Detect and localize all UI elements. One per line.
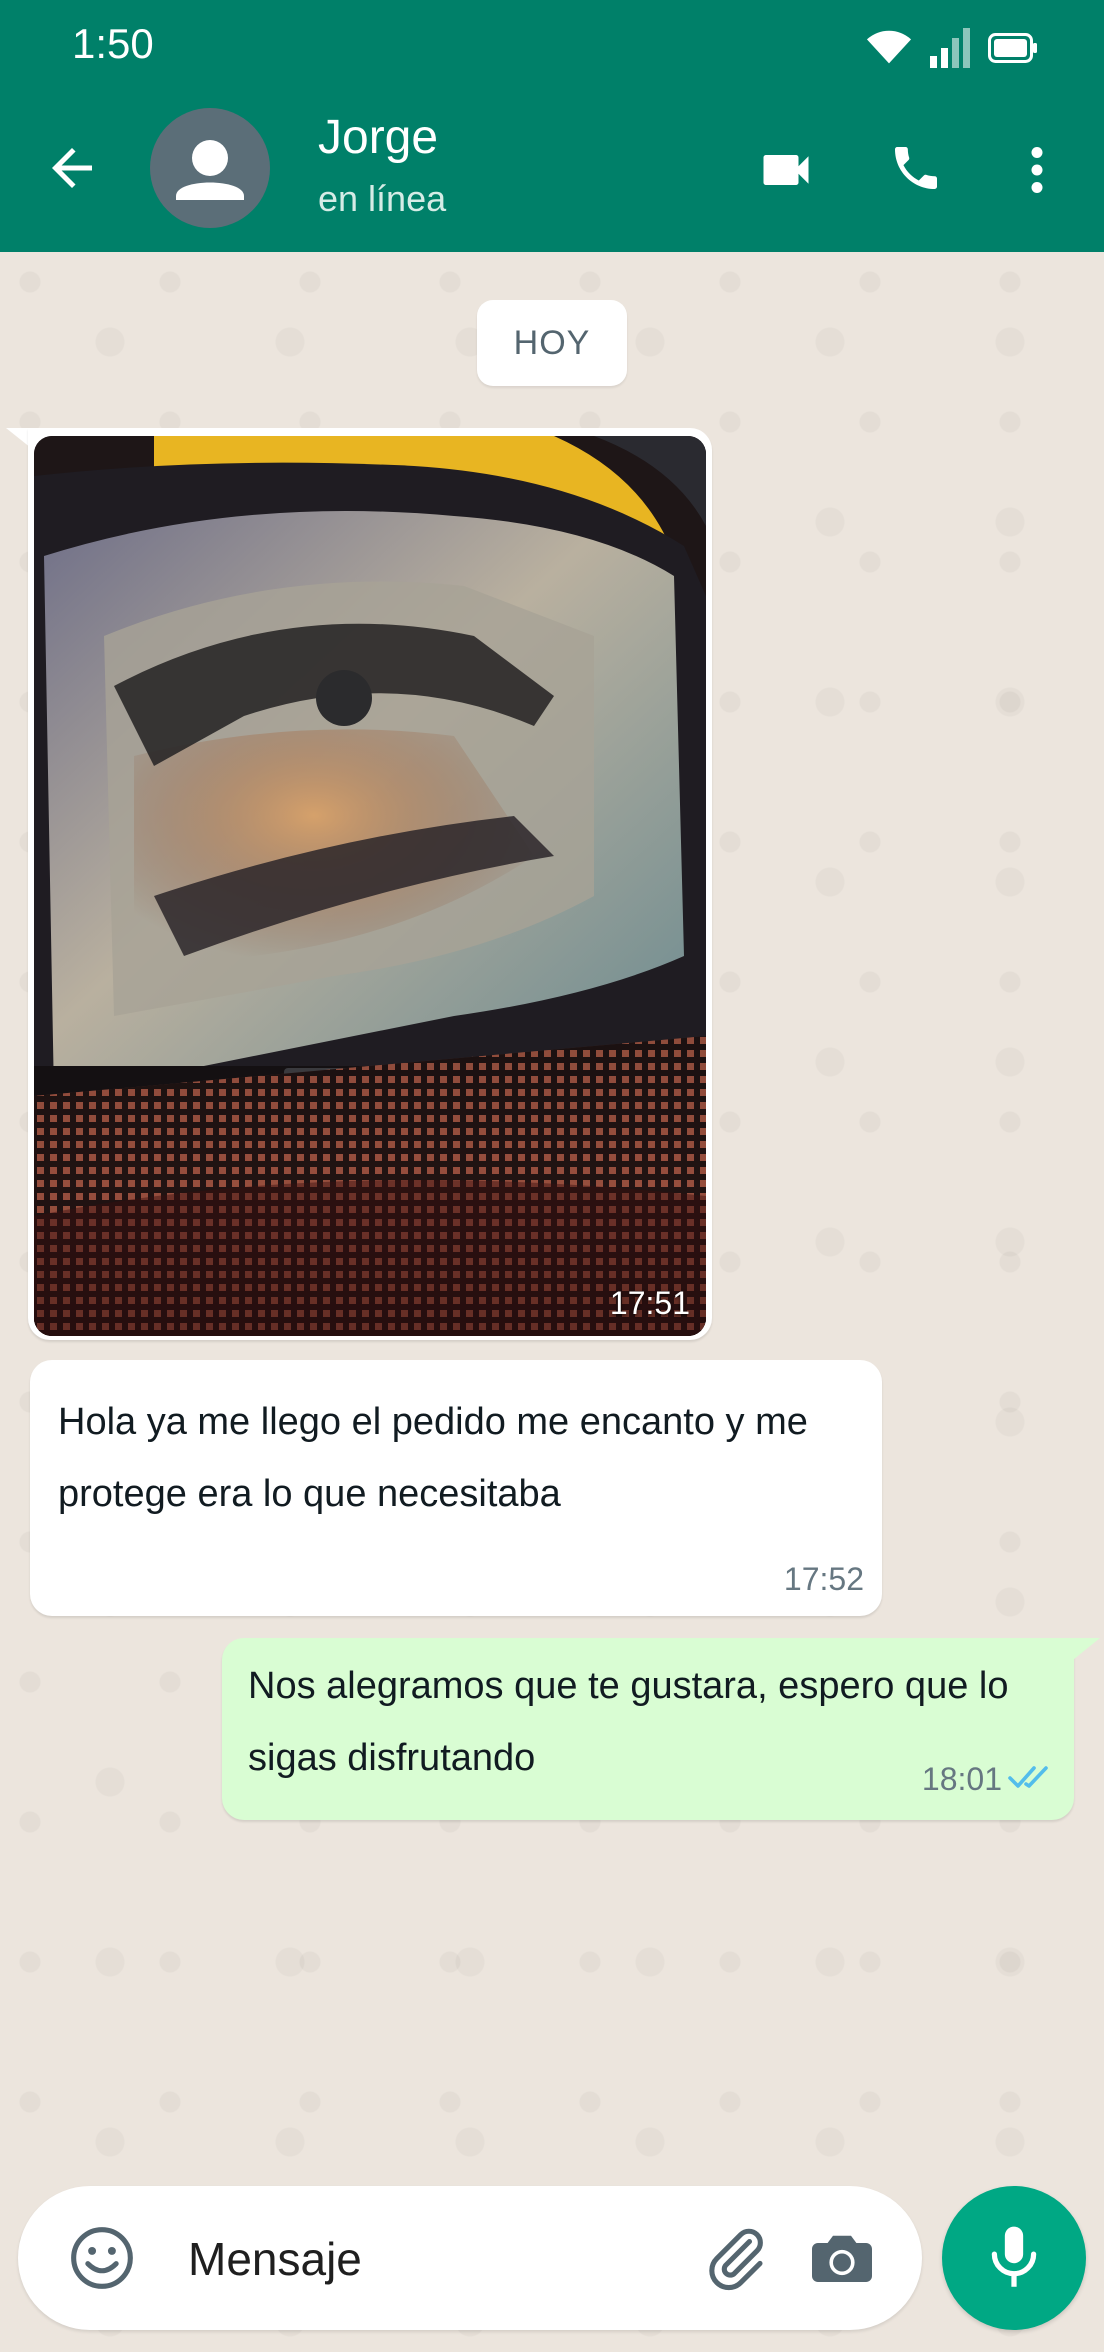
back-arrow-icon[interactable] [42, 138, 102, 198]
message-time: 18:01 [921, 1761, 1002, 1797]
status-time: 1:50 [72, 20, 154, 67]
message-time: 17:52 [783, 1561, 864, 1597]
contact-status: en línea [318, 178, 447, 219]
message-input[interactable] [186, 2220, 690, 2298]
incoming-message-bubble[interactable]: Hola ya me llego el pedido me encanto y … [30, 1360, 882, 1616]
camera-icon[interactable] [806, 2222, 878, 2294]
read-receipt-icon [1008, 1766, 1048, 1788]
wifi-icon [866, 30, 912, 64]
emoji-icon[interactable] [68, 2224, 136, 2292]
video-call-icon[interactable] [756, 140, 816, 200]
status-bar: 1:50 [0, 0, 1104, 90]
battery-icon [988, 33, 1037, 63]
avatar[interactable] [150, 108, 270, 228]
status-icons [866, 24, 1038, 72]
message-text: Nos alegramos que te gustara, espero que… [248, 1665, 1009, 1779]
contact-name[interactable]: Jorge [318, 110, 438, 165]
outgoing-message-bubble[interactable]: Nos alegramos que te gustara, espero que… [222, 1638, 1074, 1820]
more-options-icon[interactable] [1012, 140, 1062, 200]
image-message-photo[interactable]: 17:51 [34, 436, 706, 1336]
mic-icon [991, 2226, 1037, 2287]
chat-header: Jorge en línea [0, 96, 1104, 242]
chat-area[interactable]: HOY 17:51 Hola ya me llego el pedido me … [0, 252, 1104, 2352]
message-composer [18, 2186, 922, 2330]
date-separator: HOY [477, 300, 627, 386]
message-time: 17:51 [609, 1285, 690, 1321]
app-bar: 1:50 Jorge en línea [0, 0, 1104, 252]
voice-call-icon[interactable] [888, 140, 944, 196]
default-avatar-icon [176, 140, 244, 200]
photo-face-shield [34, 436, 706, 1336]
bubble-tail [1068, 1638, 1100, 1664]
attach-icon[interactable] [700, 2222, 772, 2294]
cell-signal-icon [930, 28, 970, 68]
message-text: Hola ya me llego el pedido me encanto y … [58, 1401, 808, 1515]
voice-message-button[interactable] [942, 2186, 1086, 2330]
